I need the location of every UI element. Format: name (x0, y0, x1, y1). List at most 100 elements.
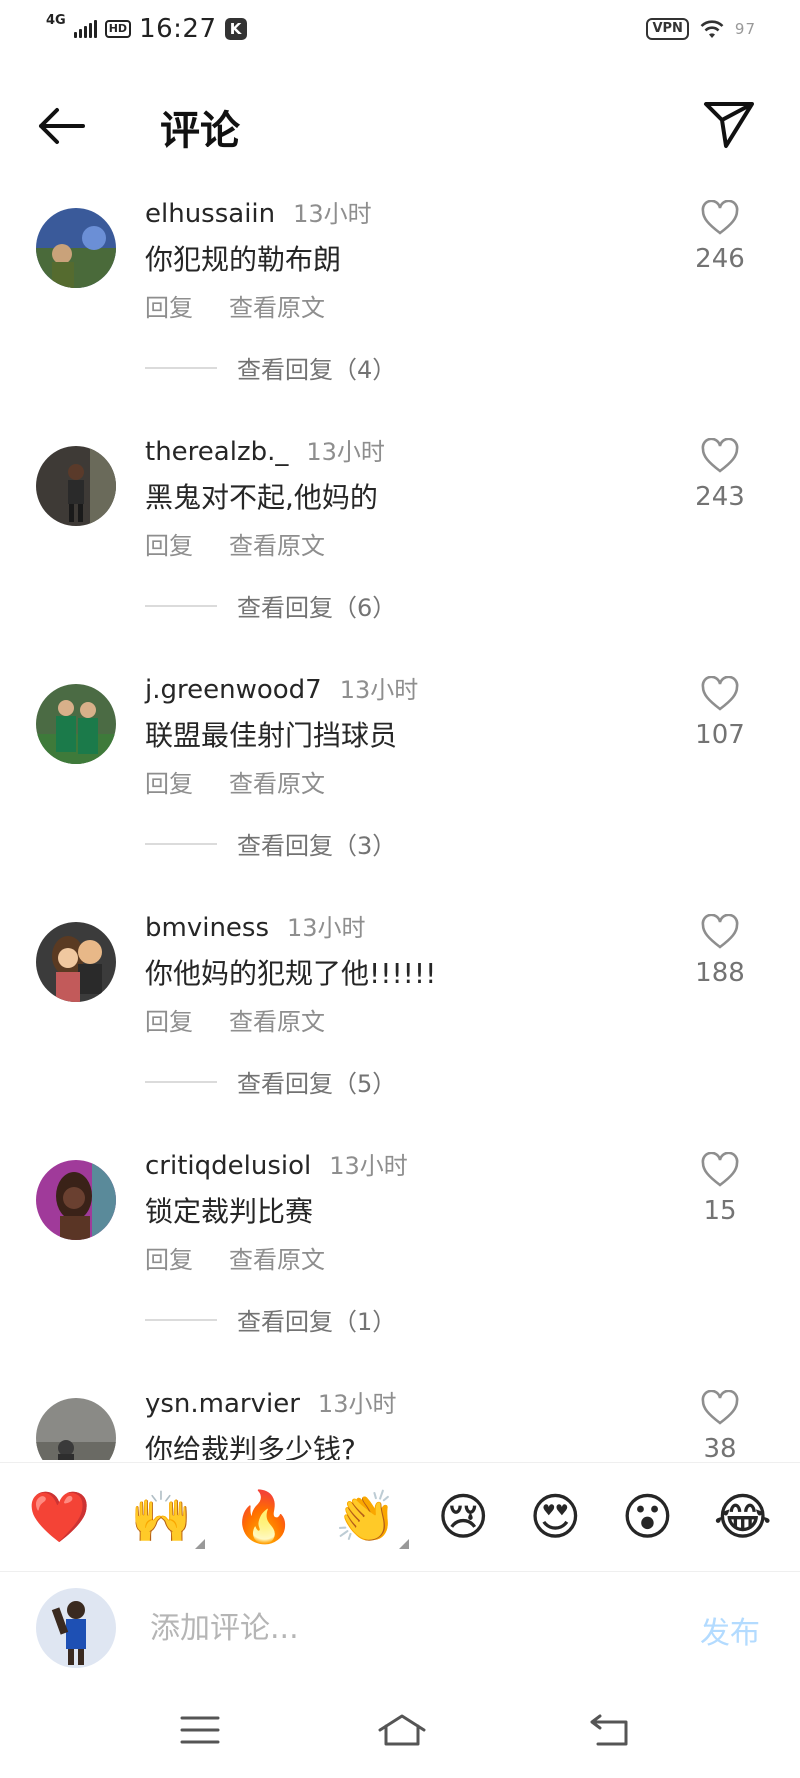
see-original-button[interactable]: 查看原文 (229, 1002, 325, 1037)
emoji-fire[interactable]: 🔥 (233, 1487, 295, 1547)
view-replies-button[interactable]: 查看回复（4） (145, 350, 396, 385)
comment-username[interactable]: elhussaiin (145, 199, 275, 229)
system-nav-bar (0, 1686, 800, 1778)
comment-input[interactable] (150, 1598, 670, 1658)
comment-text: 黑鬼对不起,他妈的 (145, 481, 378, 514)
heart-icon[interactable] (700, 1390, 740, 1426)
hd-badge: HD (104, 20, 132, 38)
like-area: 188 (680, 914, 760, 988)
comment-username[interactable]: therealzb._ (145, 437, 288, 467)
like-count: 188 (695, 958, 745, 988)
paper-plane-icon[interactable] (702, 96, 756, 150)
heart-icon[interactable] (700, 1152, 740, 1188)
reply-button[interactable]: 回复 (145, 1002, 193, 1037)
divider-line (145, 366, 217, 369)
view-replies-button[interactable]: 查看回复（3） (145, 826, 396, 861)
back-button[interactable] (34, 102, 88, 150)
vpn-badge: VPN (646, 18, 689, 40)
see-original-button[interactable]: 查看原文 (229, 764, 325, 799)
emoji-crying[interactable]: 😢 (437, 1487, 489, 1547)
comment-username[interactable]: bmviness (145, 913, 269, 943)
heart-icon[interactable] (700, 438, 740, 474)
like-area: 38 (680, 1390, 760, 1460)
skin-tone-indicator-icon (399, 1539, 410, 1549)
my-avatar (36, 1588, 116, 1668)
view-replies-label: 查看回复（4） (237, 356, 397, 384)
emoji-bar: ❤️ 🙌 🔥 👏 😢 😍 😮 😂 (0, 1462, 800, 1572)
emoji-clapping[interactable]: 👏 (334, 1487, 410, 1549)
comment-text: 联盟最佳射门挡球员 (145, 719, 398, 752)
k-app-icon: K (224, 18, 247, 40)
comment-time: 13小时 (306, 438, 385, 466)
view-replies-button[interactable]: 查看回复（5） (145, 1064, 396, 1099)
divider-line (145, 842, 217, 845)
view-replies-label: 查看回复（5） (237, 1070, 397, 1098)
post-button[interactable]: 发布 (700, 1608, 760, 1652)
status-bar: 4G HD 16:27 K VPN 97 (0, 0, 800, 64)
see-original-button[interactable]: 查看原文 (229, 1240, 325, 1275)
network-type: 4G (46, 12, 66, 28)
view-replies-button[interactable]: 查看回复（6） (145, 588, 396, 623)
comment-text: 你他妈的犯规了他!!!!!! (145, 957, 437, 990)
avatar[interactable] (36, 1398, 116, 1460)
view-replies-button[interactable]: 查看回复（1） (145, 1302, 396, 1337)
comment-item: critiqdelusiol 13小时 锁定裁判比赛 回复 查看原文 15 查看… (0, 1138, 800, 1376)
status-time: 16:27 (139, 14, 217, 44)
reply-button[interactable]: 回复 (145, 288, 193, 323)
view-replies-label: 查看回复（1） (237, 1308, 397, 1336)
header: 评论 (0, 80, 800, 170)
like-count: 246 (695, 244, 745, 274)
comment-text: 你给裁判多少钱? (145, 1433, 356, 1460)
skin-tone-indicator-icon (194, 1539, 205, 1549)
emoji-heart[interactable]: ❤️ (28, 1487, 90, 1547)
avatar[interactable] (36, 684, 116, 764)
reply-button[interactable]: 回复 (145, 1240, 193, 1275)
home-icon[interactable] (376, 1710, 428, 1750)
comment-username[interactable]: j.greenwood7 (145, 675, 322, 705)
avatar[interactable] (36, 446, 116, 526)
comment-username[interactable]: ysn.marvier (145, 1389, 300, 1419)
menu-icon[interactable] (176, 1710, 224, 1750)
comment-text: 锁定裁判比赛 (145, 1195, 314, 1228)
avatar[interactable] (36, 1160, 116, 1240)
back-nav-icon[interactable] (586, 1710, 634, 1750)
like-count: 38 (703, 1434, 737, 1460)
wifi-icon (700, 20, 724, 38)
comment-item: j.greenwood7 13小时 联盟最佳射门挡球员 回复 查看原文 107 … (0, 662, 800, 900)
emoji-heart-eyes[interactable]: 😍 (529, 1487, 581, 1547)
reply-button[interactable]: 回复 (145, 764, 193, 799)
battery-level: 97 (734, 20, 756, 38)
comment-item: ysn.marvier 13小时 你给裁判多少钱? 38 (0, 1376, 800, 1460)
like-area: 107 (680, 676, 760, 750)
reply-button[interactable]: 回复 (145, 526, 193, 561)
like-count: 107 (695, 720, 745, 750)
comment-composer: 发布 (0, 1572, 800, 1686)
like-area: 246 (680, 200, 760, 274)
avatar[interactable] (36, 922, 116, 1002)
view-replies-label: 查看回复（3） (237, 832, 397, 860)
comment-item: elhussaiin 13小时 你犯规的勒布朗 回复 查看原文 246 查看回复… (0, 186, 800, 424)
divider-line (145, 1080, 217, 1083)
comment-time: 13小时 (293, 200, 372, 228)
signal-icon (73, 20, 97, 38)
comment-time: 13小时 (287, 914, 366, 942)
avatar[interactable] (36, 208, 116, 288)
like-count: 15 (703, 1196, 737, 1226)
view-replies-label: 查看回复（6） (237, 594, 397, 622)
comment-username[interactable]: critiqdelusiol (145, 1151, 311, 1181)
comment-time: 13小时 (317, 1390, 397, 1418)
heart-icon[interactable] (700, 914, 740, 950)
heart-icon[interactable] (700, 200, 740, 236)
heart-icon[interactable] (700, 676, 740, 712)
like-area: 15 (680, 1152, 760, 1226)
see-original-button[interactable]: 查看原文 (229, 288, 325, 323)
divider-line (145, 604, 217, 607)
emoji-raising-hands[interactable]: 🙌 (130, 1487, 205, 1549)
emoji-raising-hands-glyph: 🙌 (130, 1488, 193, 1546)
comment-list: elhussaiin 13小时 你犯规的勒布朗 回复 查看原文 246 查看回复… (0, 186, 800, 1460)
emoji-laughing[interactable]: 😂 (714, 1487, 772, 1547)
comment-item: bmviness 13小时 你他妈的犯规了他!!!!!! 回复 查看原文 188… (0, 900, 800, 1138)
emoji-surprised[interactable]: 😮 (621, 1487, 673, 1547)
see-original-button[interactable]: 查看原文 (229, 526, 325, 561)
emoji-clapping-glyph: 👏 (334, 1488, 398, 1546)
